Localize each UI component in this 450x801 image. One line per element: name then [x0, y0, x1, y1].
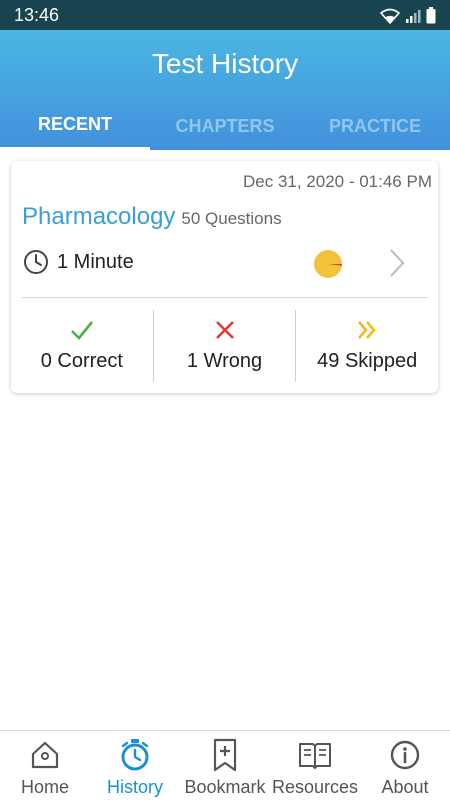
- wrong-count: 1 Wrong: [186, 350, 263, 372]
- clock-icon: [24, 250, 48, 274]
- test-date: Dec 31, 2020 - 01:46 PM: [242, 172, 432, 191]
- status-icons: [380, 7, 436, 24]
- duration-row: 1 Minute: [23, 249, 134, 275]
- book-icon: [299, 743, 331, 769]
- nav-resources[interactable]: Resources: [270, 731, 360, 801]
- question-count: 50 Questions: [181, 209, 282, 228]
- bookmark-icon: [213, 738, 237, 772]
- score-pie-chart: [314, 250, 342, 278]
- stat-correct: 0 Correct: [11, 310, 153, 382]
- nav-about[interactable]: About: [360, 731, 450, 801]
- app-header: Test History RECENT CHAPTERS PRACTICE: [0, 30, 450, 150]
- check-icon: [70, 321, 93, 340]
- nav-home[interactable]: Home: [0, 731, 90, 801]
- nav-resources-label: Resources: [271, 777, 359, 797]
- nav-bookmark[interactable]: Bookmark: [180, 731, 270, 801]
- close-icon: [215, 321, 234, 339]
- nav-home-label: Home: [20, 777, 69, 797]
- bottom-navigation: Home History Bookmark Resources About: [0, 730, 450, 801]
- signal-icon: [406, 9, 421, 23]
- tab-practice[interactable]: PRACTICE: [300, 102, 450, 150]
- wifi-icon: [380, 8, 400, 24]
- home-icon: [31, 741, 59, 769]
- info-icon: [390, 740, 420, 770]
- battery-icon: [426, 7, 436, 24]
- page-title: Test History: [151, 48, 299, 79]
- test-duration: 1 Minute: [57, 250, 134, 273]
- tab-chapters[interactable]: CHAPTERS: [150, 102, 300, 150]
- chevron-right-icon[interactable]: [387, 247, 407, 279]
- subject-row: Pharmacology 50 Questions: [22, 203, 282, 231]
- nav-about-label: About: [381, 777, 429, 797]
- skipped-count: 49 Skipped: [317, 350, 418, 372]
- stat-wrong: 1 Wrong: [152, 310, 296, 382]
- test-result-card[interactable]: Dec 31, 2020 - 01:46 PM Pharmacology 50 …: [11, 161, 438, 393]
- double-chevron-right-icon: [358, 321, 376, 339]
- correct-count: 0 Correct: [40, 350, 123, 372]
- status-time: 13:46: [14, 5, 60, 25]
- nav-history-label: History: [106, 777, 163, 797]
- stat-skipped: 49 Skipped: [295, 310, 438, 382]
- divider: [22, 297, 428, 298]
- stats-row: 0 Correct 1 Wrong 49 Skipped: [11, 310, 438, 382]
- stopwatch-icon: [121, 739, 149, 771]
- tab-bar: RECENT CHAPTERS PRACTICE: [0, 102, 450, 150]
- nav-history[interactable]: History: [90, 731, 180, 801]
- nav-bookmark-label: Bookmark: [184, 777, 266, 797]
- subject-title: Pharmacology: [22, 203, 176, 230]
- status-bar: 13:46: [0, 0, 450, 30]
- tab-recent[interactable]: RECENT: [0, 102, 150, 150]
